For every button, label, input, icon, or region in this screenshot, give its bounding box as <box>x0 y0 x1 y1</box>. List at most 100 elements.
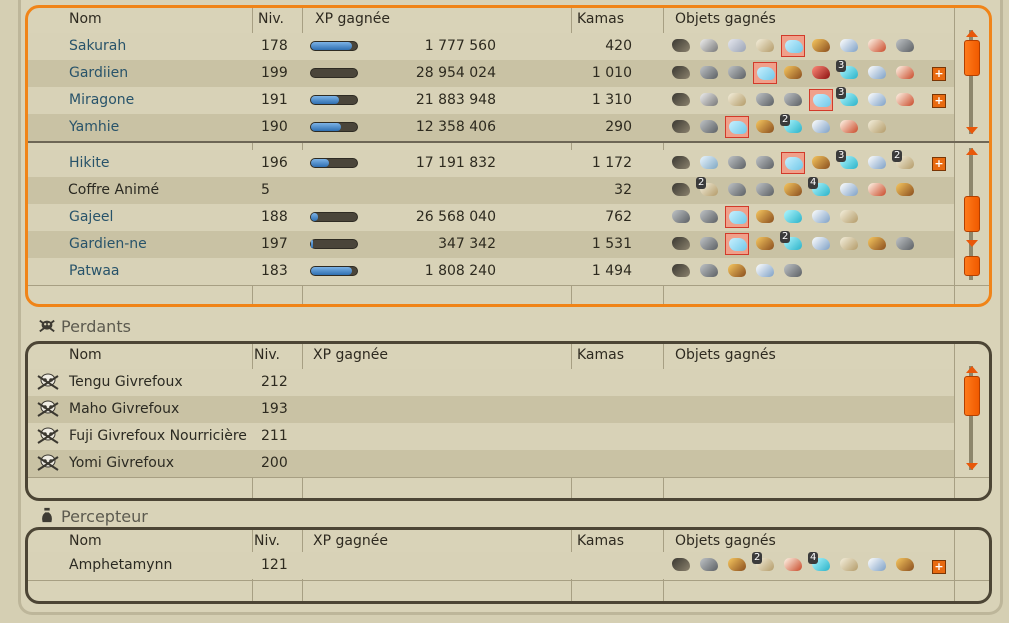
chest-item-icon[interactable] <box>809 152 833 174</box>
metal-item-icon[interactable] <box>697 89 721 111</box>
winner-row[interactable]: Patwaa 183 1 808 240 1 494 <box>28 258 954 285</box>
winner-row[interactable]: Hikite 196 17 191 832 1 172 3 2 + <box>28 150 954 177</box>
losers-scrollbar[interactable] <box>964 366 980 470</box>
scroll-thumb[interactable] <box>964 376 980 416</box>
ghost-item-icon[interactable] <box>725 116 749 138</box>
bone-item-icon[interactable] <box>837 206 861 228</box>
loser-row[interactable]: Maho Givrefoux 193 <box>28 396 954 423</box>
rock-item-icon[interactable] <box>669 206 693 228</box>
wing-item-icon[interactable] <box>809 233 833 255</box>
collector-row[interactable]: Amphetamynn 121 24 <box>28 552 954 579</box>
ghost-item-icon[interactable] <box>781 35 805 57</box>
scroll-thumb[interactable] <box>964 196 980 232</box>
chest-item-icon[interactable] <box>781 179 805 201</box>
potion-item-icon[interactable]: 4 <box>808 552 833 576</box>
winners-scrollbar-bottom[interactable] <box>964 148 980 280</box>
bone-item-icon[interactable] <box>837 233 861 255</box>
potion-item-icon[interactable] <box>781 206 805 228</box>
chest-item-icon[interactable] <box>865 233 889 255</box>
winner-row[interactable]: Gardiien 199 28 954 024 1 010 3 + <box>28 60 954 87</box>
silver-item-icon[interactable] <box>725 35 749 57</box>
rock-item-icon[interactable] <box>725 152 749 174</box>
wing-item-icon[interactable] <box>865 152 889 174</box>
dark-item-icon[interactable] <box>669 35 693 57</box>
bone-item-icon[interactable] <box>753 35 777 57</box>
winner-row[interactable]: Yamhie 190 12 358 406 290 2 <box>28 114 954 141</box>
dark-item-icon[interactable] <box>669 62 693 84</box>
winners-scrollbar-top[interactable] <box>964 30 980 134</box>
shield-item-icon[interactable] <box>697 152 721 174</box>
wing-item-icon[interactable] <box>809 206 833 228</box>
rock-item-icon[interactable] <box>753 152 777 174</box>
dark-item-icon[interactable] <box>669 233 693 255</box>
winner-name[interactable]: Gajeel <box>69 209 113 225</box>
winner-name[interactable]: Hikite <box>69 155 110 171</box>
potion-item-icon[interactable]: 2 <box>780 114 805 138</box>
loser-row[interactable]: Fuji Givrefoux Nourricière 211 <box>28 423 954 450</box>
rock-item-icon[interactable] <box>781 89 805 111</box>
wing-item-icon[interactable] <box>809 116 833 138</box>
winner-row[interactable]: Gardien-ne 197 347 342 1 531 2 <box>28 231 954 258</box>
potion-item-icon[interactable]: 4 <box>808 177 833 201</box>
loser-row[interactable]: Tengu Givrefoux 212 <box>28 369 954 396</box>
ghost-item-icon[interactable] <box>753 62 777 84</box>
rock-item-icon[interactable] <box>725 62 749 84</box>
potion-item-icon[interactable]: 3 <box>836 150 861 174</box>
dark-item-icon[interactable] <box>669 116 693 138</box>
ghost-item-icon[interactable] <box>725 233 749 255</box>
bone-item-icon[interactable] <box>865 116 889 138</box>
wing-item-icon[interactable] <box>753 260 777 282</box>
wing-item-icon[interactable] <box>865 554 889 576</box>
dark-item-icon[interactable] <box>669 179 693 201</box>
ghost-item-icon[interactable] <box>725 206 749 228</box>
rock-item-icon[interactable] <box>893 233 917 255</box>
dark-item-icon[interactable] <box>669 89 693 111</box>
bone-item-icon[interactable]: 2 <box>696 177 721 201</box>
expand-items-button[interactable]: + <box>932 67 946 81</box>
metal-item-icon[interactable] <box>697 35 721 57</box>
rock-item-icon[interactable] <box>893 35 917 57</box>
dark-item-icon[interactable] <box>669 152 693 174</box>
rock-item-icon[interactable] <box>697 62 721 84</box>
chest-item-icon[interactable] <box>753 233 777 255</box>
potion-item-icon[interactable]: 3 <box>836 87 861 111</box>
bone-item-icon[interactable]: 2 <box>892 150 917 174</box>
winner-name[interactable]: Miragone <box>69 92 134 108</box>
chest-item-icon[interactable] <box>781 62 805 84</box>
shell-item-icon[interactable] <box>893 62 917 84</box>
chest-item-icon[interactable] <box>809 35 833 57</box>
chest-item-icon[interactable] <box>725 554 749 576</box>
winner-row[interactable]: Coffre Animé 5 32 2 4 <box>28 177 954 204</box>
ghost-item-icon[interactable] <box>809 89 833 111</box>
chest-item-icon[interactable] <box>893 554 917 576</box>
bone-item-icon[interactable] <box>725 89 749 111</box>
winner-name[interactable]: Gardien-ne <box>69 236 147 252</box>
loser-row[interactable]: Yomi Givrefoux 200 <box>28 450 954 477</box>
winner-row[interactable]: Gajeel 188 26 568 040 762 <box>28 204 954 231</box>
wing-item-icon[interactable] <box>837 35 861 57</box>
bone-item-icon[interactable] <box>837 554 861 576</box>
chest-item-icon[interactable] <box>753 116 777 138</box>
rock-item-icon[interactable] <box>725 179 749 201</box>
chest-item-icon[interactable] <box>893 179 917 201</box>
wing-item-icon[interactable] <box>865 89 889 111</box>
shell-item-icon[interactable] <box>781 554 805 576</box>
expand-items-button[interactable]: + <box>932 94 946 108</box>
winner-row[interactable]: Miragone 191 21 883 948 1 310 3 + <box>28 87 954 114</box>
winner-row[interactable]: Sakurah 178 1 777 560 420 <box>28 33 954 60</box>
potion-item-icon[interactable]: 2 <box>780 231 805 255</box>
shell-item-icon[interactable] <box>893 89 917 111</box>
rock-item-icon[interactable] <box>753 89 777 111</box>
scroll-thumb[interactable] <box>964 256 980 276</box>
shell-item-icon[interactable] <box>865 35 889 57</box>
shell-item-icon[interactable] <box>837 116 861 138</box>
bone-item-icon[interactable]: 2 <box>752 552 777 576</box>
scroll-thumb[interactable] <box>964 40 980 76</box>
wing-item-icon[interactable] <box>837 179 861 201</box>
potion-item-icon[interactable]: 3 <box>836 60 861 84</box>
dark-item-icon[interactable] <box>669 260 693 282</box>
expand-items-button[interactable]: + <box>932 560 946 574</box>
rock-item-icon[interactable] <box>697 260 721 282</box>
winner-name[interactable]: Gardiien <box>69 65 128 81</box>
shell-item-icon[interactable] <box>865 179 889 201</box>
